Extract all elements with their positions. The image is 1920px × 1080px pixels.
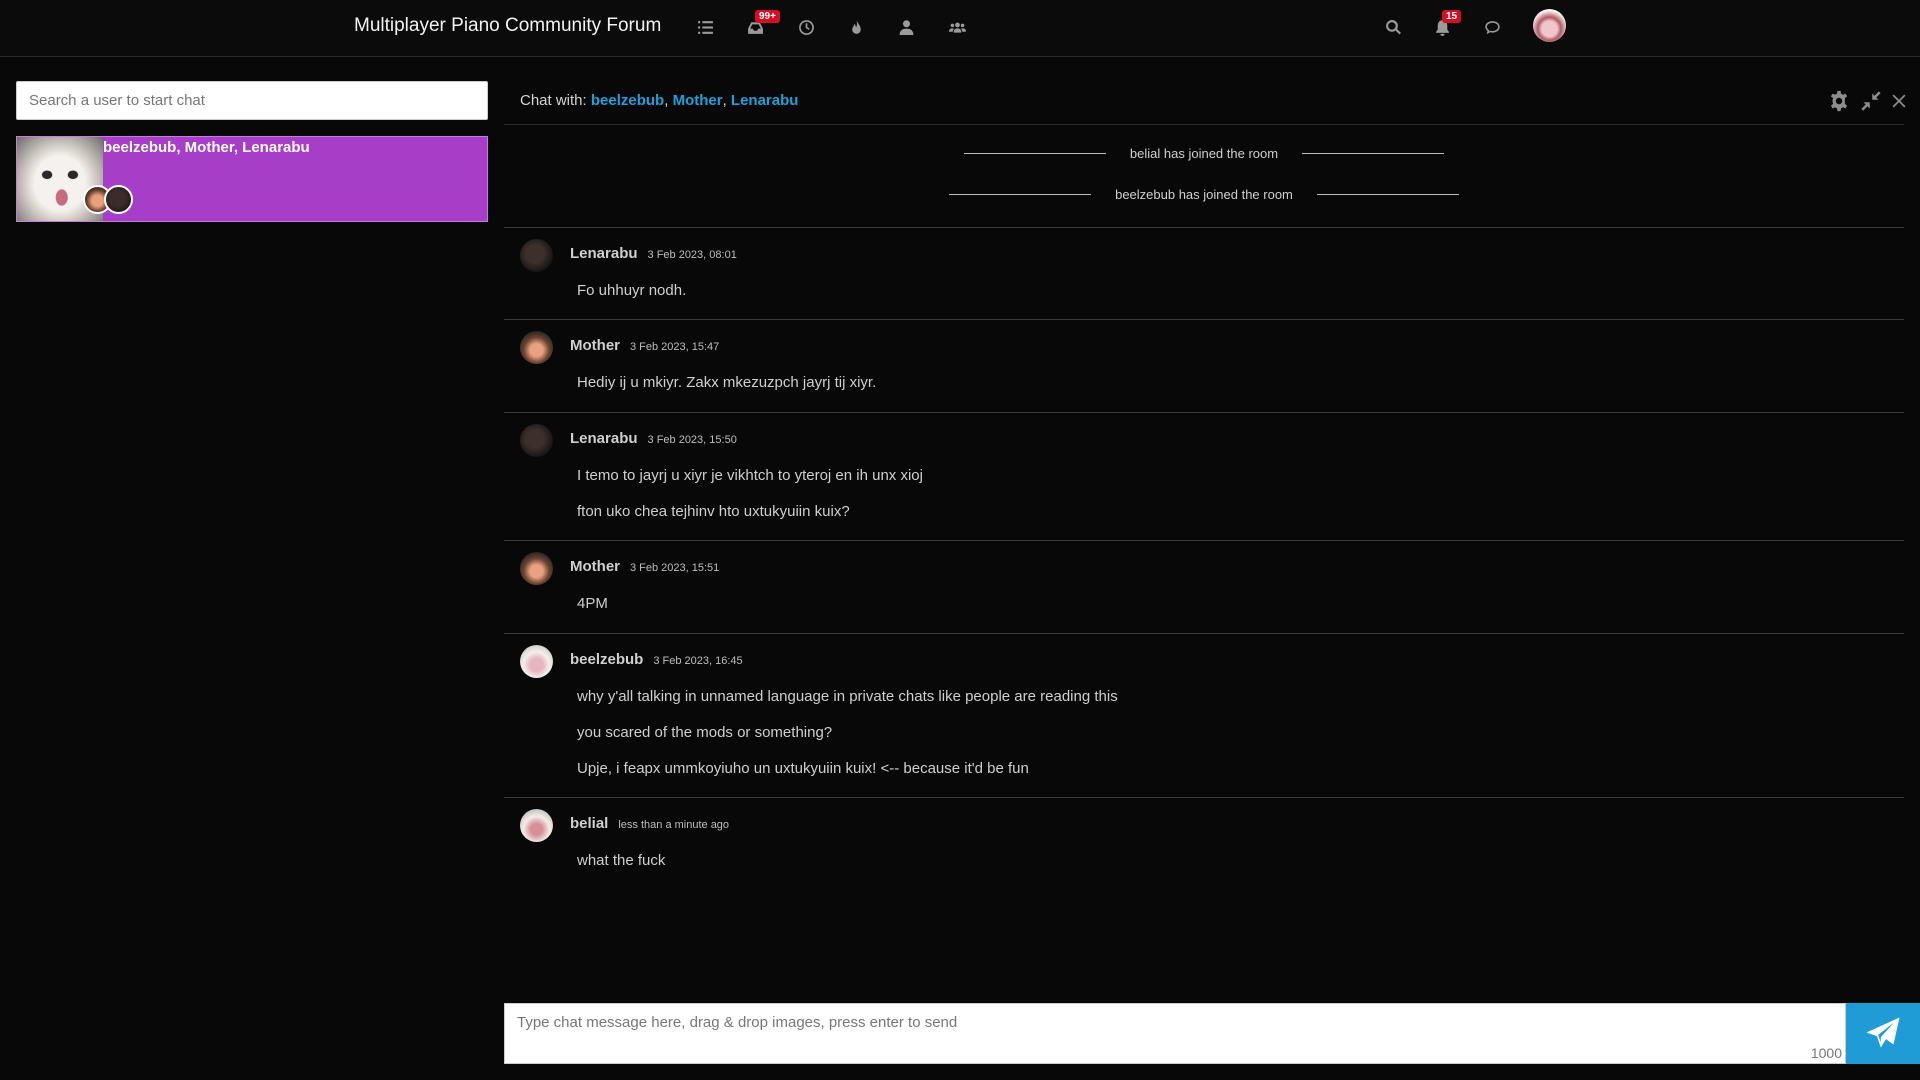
message-composer: 1000 [504,1003,1846,1064]
divider [1302,152,1445,154]
message-author[interactable]: belial less than a minute ago [570,815,729,832]
user-icon[interactable] [893,14,919,40]
divider [949,193,1092,195]
message-timestamp: 3 Feb 2023, 16:45 [653,655,743,667]
message-author[interactable]: Lenarabu 3 Feb 2023, 15:50 [570,430,737,447]
character-count: 1000 [1810,1045,1842,1061]
message-text: Upje, i feapx ummkoyiuho un uxtukyuiin k… [577,760,1029,777]
gear-icon[interactable] [1826,88,1852,114]
clock-icon[interactable] [793,14,819,40]
author-name[interactable]: Mother [570,337,620,354]
participant-link-lenarabu[interactable]: Lenarabu [731,92,799,109]
message-text: Hediy ij u mkiyr. Zakx mkezuzpch jayrj t… [577,374,877,391]
separator: , [664,92,673,109]
message-text: you scared of the mods or something? [577,724,833,741]
message-text: I temo to jayrj u xiyr je vikhtch to yte… [577,467,923,484]
chat-with-prefix: Chat with: [520,92,591,109]
user-avatar[interactable] [1533,9,1566,42]
participant-link-mother[interactable]: Mother [673,92,723,109]
participant-avatar [104,185,133,214]
chat-with-label: Chat with: beelzebub, Mother, Lenarabu [520,92,798,109]
inbox-badge: 99+ [755,10,780,23]
message-author[interactable]: Lenarabu 3 Feb 2023, 08:01 [570,245,737,262]
message-text: what the fuck [577,852,666,869]
avatar[interactable] [520,645,553,678]
system-message: beelzebub has joined the room [504,184,1904,204]
avatar[interactable] [520,239,553,272]
system-message: belial has joined the room [504,143,1904,163]
message-group: Mother 3 Feb 2023, 15:51 4PM [504,540,1904,633]
user-search-input[interactable] [16,81,488,120]
avatar[interactable] [520,331,553,364]
message-text: fton uko chea tejhinv hto uxtukyuiin kui… [577,503,850,520]
message-timestamp: 3 Feb 2023, 15:51 [630,562,720,574]
author-name[interactable]: beelzebub [570,651,643,668]
chat-room-item[interactable]: beelzebub, Mother, Lenarabu [16,136,488,222]
message-author[interactable]: Mother 3 Feb 2023, 15:51 [570,558,719,575]
author-name[interactable]: belial [570,815,608,832]
participant-link-beelzebub[interactable]: beelzebub [591,92,664,109]
message-timestamp: less than a minute ago [618,819,730,831]
divider [1316,193,1459,195]
divider [963,152,1106,154]
system-message-text: beelzebub has joined the room [1115,186,1293,202]
message-timestamp: 3 Feb 2023, 08:01 [647,249,737,261]
chat-icon[interactable] [1479,14,1505,40]
chat-message-input[interactable] [505,1004,1845,1063]
compress-icon[interactable] [1858,88,1884,114]
close-icon[interactable] [1886,88,1912,114]
users-icon[interactable] [944,14,970,40]
system-message-text: belial has joined the room [1129,145,1279,161]
avatar[interactable] [520,424,553,457]
message-text: why y'all talking in unnamed language in… [577,688,1118,705]
message-author[interactable]: beelzebub 3 Feb 2023, 16:45 [570,651,743,668]
room-participants: beelzebub, Mother, Lenarabu [103,139,310,156]
fire-icon[interactable] [843,14,869,40]
message-timestamp: 3 Feb 2023, 15:50 [647,434,737,446]
message-group: beelzebub 3 Feb 2023, 16:45 why y'all tal… [504,633,1904,797]
author-name[interactable]: Lenarabu [570,430,638,447]
send-button[interactable] [1846,1003,1920,1064]
avatar[interactable] [520,809,553,842]
bell-icon[interactable]: 15 [1429,10,1462,40]
message-author[interactable]: Mother 3 Feb 2023, 15:47 [570,337,719,354]
message-group: belial less than a minute ago what the fu… [504,797,1904,887]
author-name[interactable]: Mother [570,558,620,575]
search-icon[interactable] [1380,14,1406,40]
avatar[interactable] [520,552,553,585]
message-group: Lenarabu 3 Feb 2023, 08:01 Fo uhhuyr nodh… [504,227,1904,319]
list-icon[interactable] [692,14,718,40]
message-text: Fo uhhuyr nodh. [577,282,687,299]
message-group: Lenarabu 3 Feb 2023, 15:50 I temo to jayr… [504,412,1904,540]
forum-brand[interactable]: Multiplayer Piano Community Forum [354,15,661,37]
top-navbar: Multiplayer Piano Community Forum 99+ 15 [0,0,1920,57]
message-timestamp: 3 Feb 2023, 15:47 [630,341,720,353]
author-name[interactable]: Lenarabu [570,245,638,262]
chat-header: Chat with: beelzebub, Mother, Lenarabu [504,80,1906,125]
notification-badge: 15 [1442,10,1462,23]
inbox-icon[interactable]: 99+ [742,10,780,40]
message-group: Mother 3 Feb 2023, 15:47 Hediy ij u mkiyr… [504,319,1904,412]
send-icon [1866,1017,1900,1047]
separator: , [722,92,731,109]
message-text: 4PM [577,595,608,612]
